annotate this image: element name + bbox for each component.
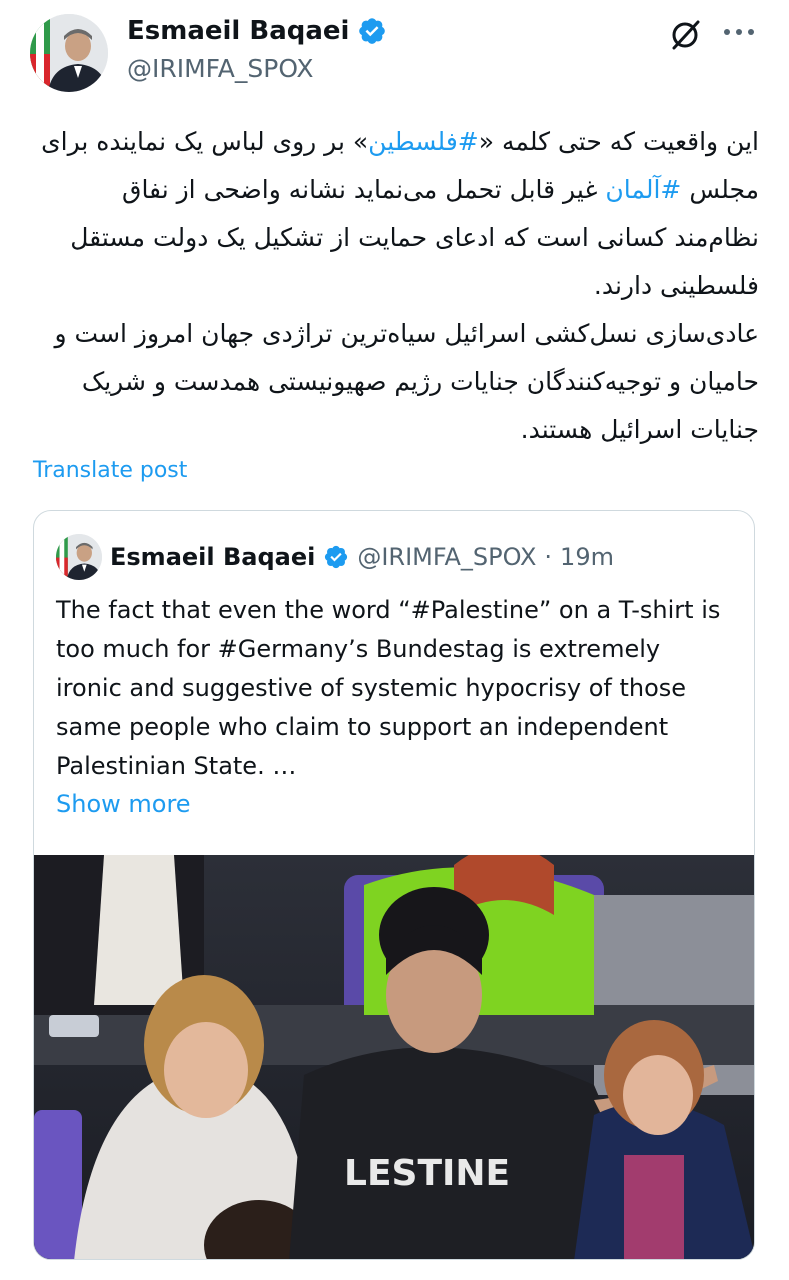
post-paragraph-1: این واقعیت که حتی کلمه «#فلسطین» بر روی … [30, 118, 759, 310]
quoted-post-time: 19m [560, 543, 614, 571]
photo-shirt-text: LESTINE [344, 1153, 510, 1194]
separator-dot: · [544, 543, 553, 571]
author-name[interactable]: Esmaeil Baqaei [127, 14, 387, 48]
author-name-text[interactable]: Esmaeil Baqaei [127, 14, 349, 48]
quoted-author-name: Esmaeil Baqaei [110, 543, 316, 571]
show-more-link[interactable]: Show more [56, 785, 191, 824]
author-avatar[interactable] [30, 14, 108, 92]
verified-badge-icon [359, 18, 386, 44]
quoted-post-header: Esmaeil Baqaei @IRIMFA_SPOX · 19m [56, 534, 614, 580]
quoted-author-handle: @IRIMFA_SPOX [357, 543, 537, 571]
hashtag-germany-link[interactable]: #آلمان [605, 175, 681, 204]
translate-post-link[interactable]: Translate post [33, 456, 187, 486]
post-paragraph-2: عادی‌سازی نسل‌کشی اسرائیل سیاه‌ترین تراژ… [54, 319, 759, 444]
quoted-post-text: The fact that even the word “#Palestine”… [56, 596, 721, 780]
post-text-segment: این واقعیت که حتی کلمه « [478, 127, 759, 156]
author-handle[interactable]: @IRIMFA_SPOX [127, 54, 314, 84]
post-text: این واقعیت که حتی کلمه «#فلسطین» بر روی … [30, 118, 759, 454]
post-header: Esmaeil Baqaei @IRIMFA_SPOX [0, 0, 789, 100]
grok-icon[interactable] [668, 16, 704, 52]
hashtag-palestine-link[interactable]: #فلسطین [368, 127, 479, 156]
quoted-post-photo[interactable]: LESTINE [34, 855, 754, 1259]
more-options-icon[interactable] [722, 26, 756, 38]
quoted-post-card[interactable]: Esmaeil Baqaei @IRIMFA_SPOX · 19m The fa… [33, 510, 755, 1260]
verified-badge-icon [325, 545, 348, 569]
quoted-author-avatar [56, 534, 102, 580]
